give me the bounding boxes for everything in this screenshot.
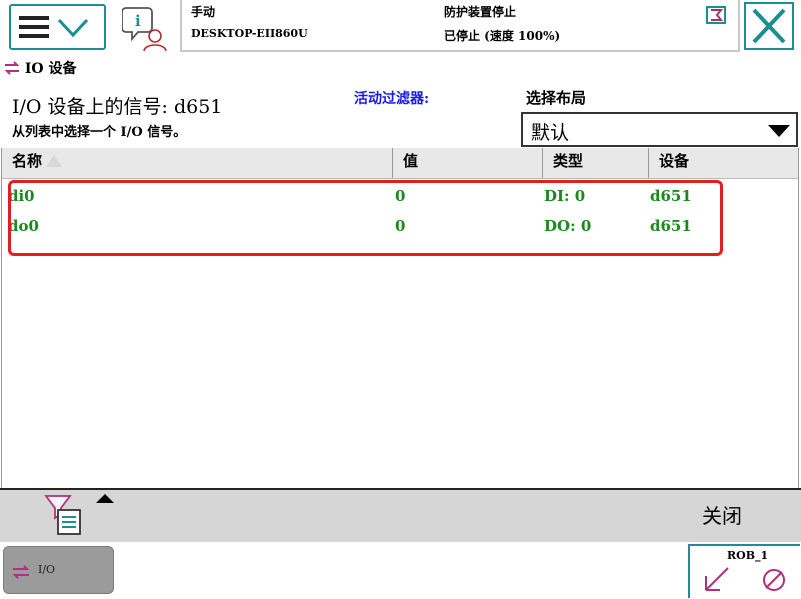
io-swap-icon	[4, 61, 20, 79]
window-close-button[interactable]	[744, 2, 794, 50]
layout-select[interactable]: 默认	[521, 112, 798, 147]
bottom-toolbar	[0, 488, 801, 542]
taskbar-io-label: I/O	[38, 563, 56, 576]
active-filter-label[interactable]: 活动过滤器:	[354, 88, 429, 108]
controller-name: DESKTOP-EII860U	[191, 27, 308, 40]
program-status-icon	[706, 6, 726, 28]
dropdown-arrow-icon	[768, 125, 790, 137]
jog-axes-icon[interactable]	[702, 564, 732, 598]
close-button[interactable]: 关闭	[702, 500, 742, 529]
status-panel: 手动 DESKTOP-EII860U 防护装置停止 已停止 (速度 100%)	[180, 0, 740, 52]
io-swap-icon	[12, 564, 30, 583]
highlight-annotation	[8, 180, 723, 256]
layout-select-value: 默认	[531, 122, 570, 144]
app-title: IO 设备	[4, 58, 77, 79]
layout-label: 选择布局	[526, 89, 587, 107]
column-header-name[interactable]: 名称	[2, 148, 392, 178]
expand-up-icon[interactable]	[96, 494, 114, 503]
column-header-value[interactable]: 值	[392, 148, 542, 178]
robot-unit-label: ROB_1	[727, 549, 769, 562]
event-log-icon[interactable]: i	[121, 4, 168, 52]
main-menu-button[interactable]	[9, 4, 106, 50]
speed-status: 已停止 (速度 100%)	[444, 29, 561, 43]
close-icon	[752, 8, 786, 44]
increment-icon[interactable]	[760, 566, 788, 598]
hamburger-menu-icon	[19, 16, 89, 38]
safety-state: 防护装置停止	[444, 5, 517, 19]
signals-subtitle: 从列表中选择一个 I/O 信号。	[12, 125, 187, 140]
column-header-device[interactable]: 设备	[648, 148, 798, 178]
app-title-text: IO 设备	[24, 61, 77, 77]
svg-text:i: i	[135, 12, 141, 30]
table-header: 名称 值 类型 设备	[2, 148, 798, 179]
filter-icon[interactable]	[44, 494, 84, 536]
operating-mode: 手动	[191, 5, 216, 19]
signals-title: I/O 设备上的信号: d651	[12, 96, 223, 118]
taskbar-io-button[interactable]: I/O	[3, 546, 114, 594]
sort-ascending-icon	[46, 155, 63, 167]
column-header-type[interactable]: 类型	[542, 148, 648, 178]
taskbar	[0, 542, 801, 599]
